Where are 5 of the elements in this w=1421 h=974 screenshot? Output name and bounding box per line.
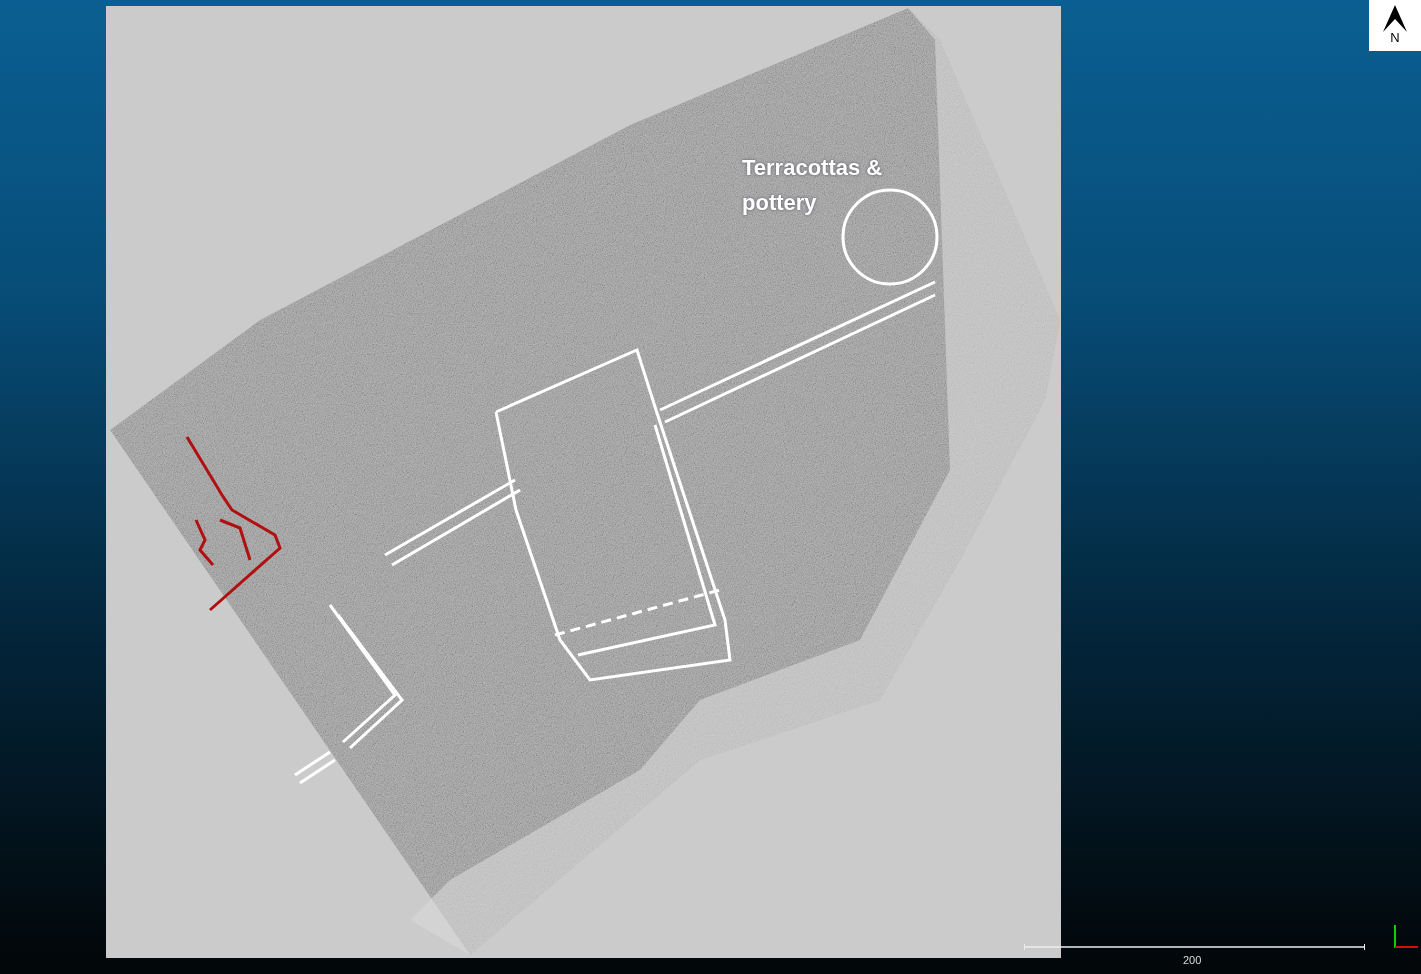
map-annotation: Terracottas & pottery [742, 154, 884, 217]
scale-label: 200 [1183, 954, 1202, 966]
axes-icon [1393, 925, 1419, 949]
north-arrow-icon [1383, 5, 1407, 33]
north-label: N [1390, 31, 1400, 45]
